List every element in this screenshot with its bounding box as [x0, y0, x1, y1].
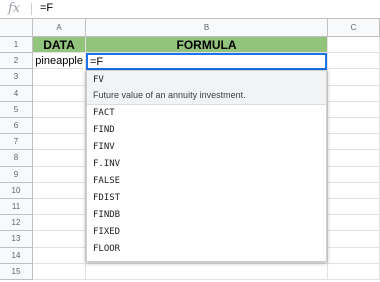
- row-header-8[interactable]: 8: [0, 150, 33, 167]
- cell-a12[interactable]: [33, 215, 86, 232]
- row-header-9[interactable]: 9: [0, 166, 33, 183]
- autocomplete-dropdown: FV Future value of an annuity investment…: [86, 70, 327, 262]
- cell-c5[interactable]: [328, 101, 380, 118]
- autocomplete-item[interactable]: FLOOR: [87, 241, 326, 258]
- cell-a11[interactable]: [33, 199, 86, 216]
- cell-c6[interactable]: [328, 118, 380, 135]
- cell-c13[interactable]: [328, 231, 380, 248]
- formula-bar-divider: [31, 3, 32, 15]
- cell-a8[interactable]: [33, 150, 86, 167]
- column-header-c[interactable]: C: [328, 19, 380, 37]
- cell-a6[interactable]: [33, 118, 86, 135]
- fx-icon: fx: [8, 1, 21, 16]
- cell-a4[interactable]: [33, 85, 86, 102]
- row-header-15[interactable]: 15: [0, 263, 33, 280]
- row-header-7[interactable]: 7: [0, 134, 33, 151]
- cell-c4[interactable]: [328, 85, 380, 102]
- active-cell-b2[interactable]: =F: [86, 53, 327, 71]
- autocomplete-item[interactable]: F.INV: [87, 156, 326, 173]
- cell-a2[interactable]: pineapple: [33, 53, 86, 70]
- column-header-b[interactable]: B: [86, 19, 328, 37]
- cell-a14[interactable]: [33, 247, 86, 264]
- cell-c14[interactable]: [328, 247, 380, 264]
- cell-c10[interactable]: [328, 182, 380, 199]
- autocomplete-item[interactable]: FIND: [87, 122, 326, 139]
- autocomplete-item[interactable]: FACT: [87, 105, 326, 122]
- row-header-5[interactable]: 5: [0, 101, 33, 118]
- cell-a3[interactable]: [33, 69, 86, 86]
- formula-input[interactable]: =F: [40, 2, 53, 14]
- autocomplete-item[interactable]: FIXED: [87, 224, 326, 241]
- row-header-14[interactable]: 14: [0, 247, 33, 264]
- cell-a1[interactable]: DATA: [33, 37, 86, 54]
- cell-a7[interactable]: [33, 134, 86, 151]
- cell-c1[interactable]: [328, 37, 380, 54]
- column-header-a[interactable]: A: [33, 19, 86, 37]
- cell-c8[interactable]: [328, 150, 380, 167]
- cell-a15[interactable]: [33, 263, 86, 280]
- cell-b15[interactable]: [86, 263, 328, 280]
- cell-c9[interactable]: [328, 166, 380, 183]
- autocomplete-item[interactable]: FALSE: [87, 173, 326, 190]
- cell-c11[interactable]: [328, 199, 380, 216]
- cell-c7[interactable]: [328, 134, 380, 151]
- cell-c3[interactable]: [328, 69, 380, 86]
- row-header-13[interactable]: 13: [0, 231, 33, 248]
- cell-a5[interactable]: [33, 101, 86, 118]
- autocomplete-item[interactable]: FINDB: [87, 207, 326, 224]
- row-header-4[interactable]: 4: [0, 85, 33, 102]
- cell-a13[interactable]: [33, 231, 86, 248]
- cell-c15[interactable]: [328, 263, 380, 280]
- row-header-6[interactable]: 6: [0, 118, 33, 135]
- autocomplete-item[interactable]: FDIST: [87, 190, 326, 207]
- autocomplete-item[interactable]: FINV: [87, 139, 326, 156]
- autocomplete-selected-item[interactable]: FV Future value of an annuity investment…: [87, 71, 326, 105]
- cell-a10[interactable]: [33, 182, 86, 199]
- row-header-1[interactable]: 1: [0, 37, 33, 54]
- cell-c12[interactable]: [328, 215, 380, 232]
- cell-a9[interactable]: [33, 166, 86, 183]
- select-all-corner[interactable]: [0, 19, 33, 37]
- row-header-11[interactable]: 11: [0, 199, 33, 216]
- function-description: Future value of an annuity investment.: [93, 90, 246, 100]
- formula-bar: fx =F: [0, 0, 380, 19]
- row-header-3[interactable]: 3: [0, 69, 33, 86]
- cell-b1[interactable]: FORMULA: [86, 37, 328, 54]
- function-name: FV: [93, 75, 104, 85]
- row-header-2[interactable]: 2: [0, 53, 33, 70]
- cell-c2[interactable]: [328, 53, 380, 70]
- row-header-12[interactable]: 12: [0, 215, 33, 232]
- row-header-10[interactable]: 10: [0, 182, 33, 199]
